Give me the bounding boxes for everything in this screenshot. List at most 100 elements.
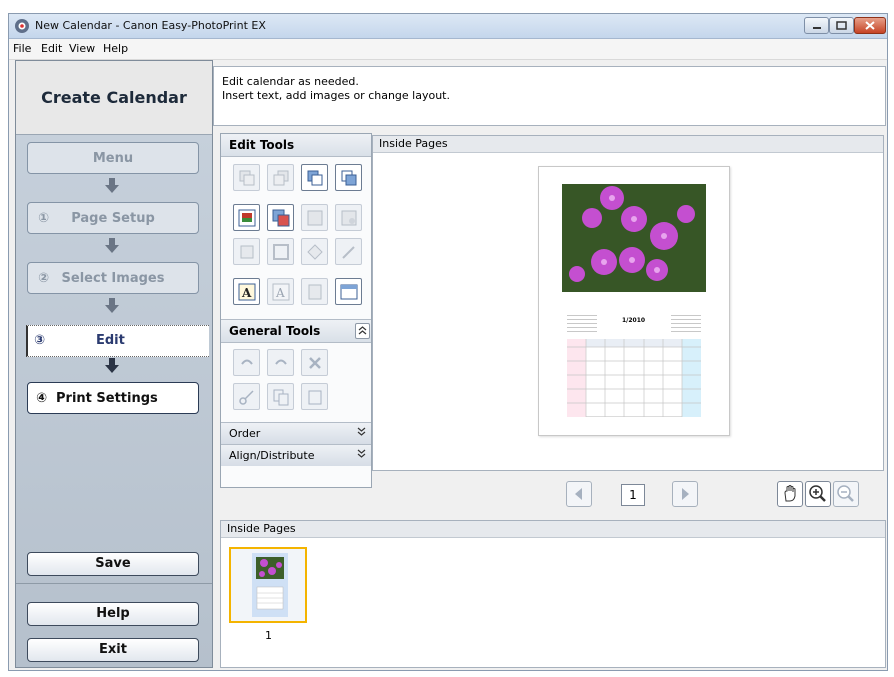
down-arrow-icon (105, 358, 119, 373)
edit-step-label: Edit (96, 333, 125, 348)
zoom-in-icon (809, 485, 826, 502)
frame-button[interactable] (267, 238, 294, 265)
next-page-button[interactable] (672, 481, 698, 507)
zoom-out-button[interactable] (833, 481, 859, 507)
effects-button[interactable] (335, 238, 362, 265)
hand-tool-button[interactable] (777, 481, 803, 507)
rotate-button[interactable] (301, 238, 328, 265)
edit-text-button[interactable]: A (267, 278, 294, 305)
calendar-settings-button[interactable] (335, 278, 362, 305)
instruction-line-2: Insert text, add images or change layout… (222, 89, 450, 102)
thumbnail-image (256, 557, 284, 610)
collapse-general-tools-button[interactable] (355, 323, 370, 339)
right-arrow-icon (682, 488, 689, 500)
title-bar: New Calendar - Canon Easy-PhotoPrint EX (9, 14, 887, 39)
align-section[interactable]: Align/Distribute (221, 444, 371, 466)
image-adjust-button[interactable] (335, 204, 362, 231)
text-direction-button[interactable] (301, 278, 328, 305)
send-backward-button[interactable] (335, 164, 362, 191)
select-images-step-button[interactable]: ② Select Images (27, 262, 199, 294)
chevron-down-icon (357, 449, 366, 458)
mini-calendar-prev-icon (567, 315, 597, 332)
wand-icon (342, 246, 355, 259)
copy-button[interactable] (267, 383, 294, 410)
menu-help[interactable]: Help (103, 42, 128, 55)
bring-forward-button[interactable] (301, 164, 328, 191)
prev-page-button[interactable] (566, 481, 592, 507)
page-setup-step-button[interactable]: ① Page Setup (27, 202, 199, 234)
undo-button[interactable] (233, 349, 260, 376)
expand-order-button[interactable] (355, 425, 368, 439)
order-section[interactable]: Order (221, 422, 371, 444)
layers-icon (273, 170, 289, 186)
minimize-icon (813, 27, 821, 29)
print-settings-step-label: Print Settings (56, 391, 158, 406)
menu-step-button[interactable]: Menu (27, 142, 199, 174)
preview-header-label: Inside Pages (379, 137, 448, 150)
order-label: Order (229, 427, 261, 440)
down-arrow-icon (105, 178, 119, 193)
chevron-down-icon (357, 427, 366, 436)
paste-button[interactable] (301, 383, 328, 410)
menu-file[interactable]: File (13, 42, 31, 55)
preview-header: Inside Pages (373, 136, 883, 153)
undo-icon (241, 359, 253, 365)
bring-front-button[interactable] (233, 164, 260, 191)
close-button[interactable] (854, 17, 886, 34)
layers-icon (239, 170, 255, 186)
page-number-field[interactable]: 1 (621, 484, 645, 506)
copy-icon (273, 389, 289, 406)
cut-button[interactable] (233, 383, 260, 410)
delete-icon (309, 357, 321, 369)
thumbnail-header-label: Inside Pages (227, 522, 296, 535)
down-arrow-icon (105, 298, 119, 313)
print-settings-step-number: ④ (36, 391, 48, 406)
page-setup-step-label: Page Setup (71, 211, 155, 226)
calendar-page[interactable]: 1/2010 (538, 166, 730, 436)
general-tools-header: General Tools (221, 319, 371, 343)
change-image-button[interactable] (267, 204, 294, 231)
frame-icon (273, 244, 289, 260)
layers-icon (341, 170, 357, 186)
menu-view[interactable]: View (69, 42, 95, 55)
thumbnail-label: 1 (265, 629, 272, 642)
image-tool-button[interactable] (301, 204, 328, 231)
save-button[interactable]: Save (27, 552, 199, 576)
minimize-button[interactable] (804, 17, 829, 34)
preview-area: Inside Pages 1/2010 (372, 135, 884, 471)
add-text-button[interactable]: A (233, 278, 260, 305)
app-icon (15, 19, 29, 33)
menu-step-label: Menu (92, 151, 134, 166)
crop-button[interactable] (233, 238, 260, 265)
exit-button[interactable]: Exit (27, 638, 199, 662)
menu-edit[interactable]: Edit (41, 42, 62, 55)
send-back-button[interactable] (267, 164, 294, 191)
edit-step-button[interactable]: ③ Edit (26, 325, 209, 357)
image-icon (307, 210, 323, 226)
align-label: Align/Distribute (229, 449, 315, 462)
redo-button[interactable] (267, 349, 294, 376)
nav-title: Create Calendar (16, 61, 212, 135)
help-button[interactable]: Help (27, 602, 199, 626)
left-arrow-icon (575, 488, 582, 500)
image-icon (341, 210, 357, 226)
chevron-up-icon (358, 326, 367, 335)
maximize-button[interactable] (829, 17, 854, 34)
flower-photo[interactable] (562, 184, 706, 292)
expand-align-button[interactable] (355, 447, 368, 461)
page-thumbnail[interactable] (229, 547, 307, 623)
delete-button[interactable] (301, 349, 328, 376)
select-images-step-label: Select Images (61, 271, 165, 286)
zoom-in-button[interactable] (805, 481, 831, 507)
print-settings-step-button[interactable]: ④ Print Settings (27, 382, 199, 414)
text-icon: A (272, 283, 290, 301)
redo-icon (275, 359, 287, 365)
tools-panel: Edit Tools A A General Tools Order Align… (220, 133, 372, 488)
svg-text:A: A (275, 286, 285, 300)
hand-icon (784, 485, 796, 502)
left-nav: Create Calendar Menu ① Page Setup ② Sele… (15, 60, 213, 668)
paste-icon (308, 390, 322, 405)
add-image-button[interactable] (233, 204, 260, 231)
rotate-icon (307, 244, 323, 260)
scissors-icon (239, 390, 254, 405)
